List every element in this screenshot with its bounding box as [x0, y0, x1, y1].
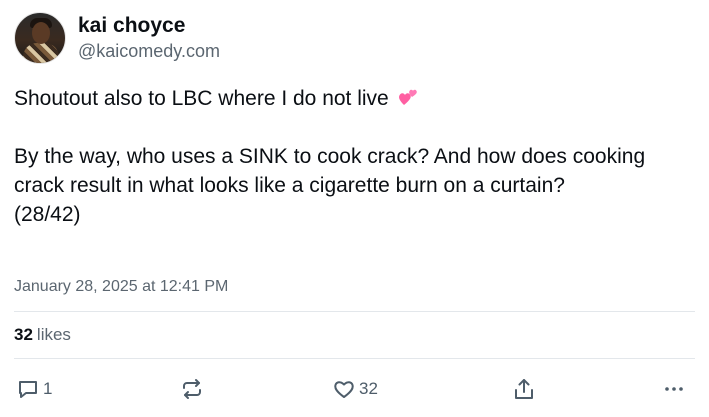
post-text-counter: (28/42) — [14, 203, 81, 226]
more-options-button[interactable] — [662, 375, 686, 403]
likes-summary[interactable]: 32 likes — [14, 325, 71, 345]
share-button[interactable] — [512, 375, 536, 403]
author-handle[interactable]: @kaicomedy.com — [78, 39, 220, 63]
post-timestamp[interactable]: January 28, 2025 at 12:41 PM — [14, 278, 228, 296]
like-icon — [334, 381, 354, 398]
divider — [14, 358, 695, 359]
share-icon — [515, 379, 533, 399]
more-icon — [665, 387, 683, 391]
likes-count: 32 — [14, 325, 33, 344]
likes-label: likes — [36, 325, 71, 344]
author-display-name[interactable]: kai choyce — [78, 13, 220, 38]
post-body: Shoutout also to LBC where I do not live… — [14, 84, 694, 229]
like-button[interactable]: 32 — [332, 375, 378, 403]
repost-icon — [183, 379, 201, 399]
reply-icon — [19, 381, 37, 398]
like-count: 32 — [359, 379, 378, 398]
post-text-paragraph2: By the way, who uses a SINK to cook crac… — [14, 145, 646, 197]
author-names[interactable]: kai choyce @kaicomedy.com — [78, 13, 220, 63]
avatar-head — [32, 22, 50, 44]
divider — [14, 311, 695, 312]
reply-button[interactable]: 1 — [16, 375, 52, 403]
reply-count: 1 — [43, 379, 53, 398]
avatar-shirt — [23, 43, 59, 63]
avatar[interactable] — [14, 12, 66, 64]
repost-button[interactable] — [180, 375, 204, 403]
action-bar: 1 32 — [14, 375, 695, 403]
two-hearts-emoji-icon — [398, 89, 417, 105]
post-card: kai choyce @kaicomedy.com Shoutout also … — [0, 0, 709, 417]
post-header: kai choyce @kaicomedy.com — [14, 12, 220, 64]
post-text-line1: Shoutout also to LBC where I do not live — [14, 84, 694, 113]
post-text-line1-text: Shoutout also to LBC where I do not live — [14, 87, 389, 110]
